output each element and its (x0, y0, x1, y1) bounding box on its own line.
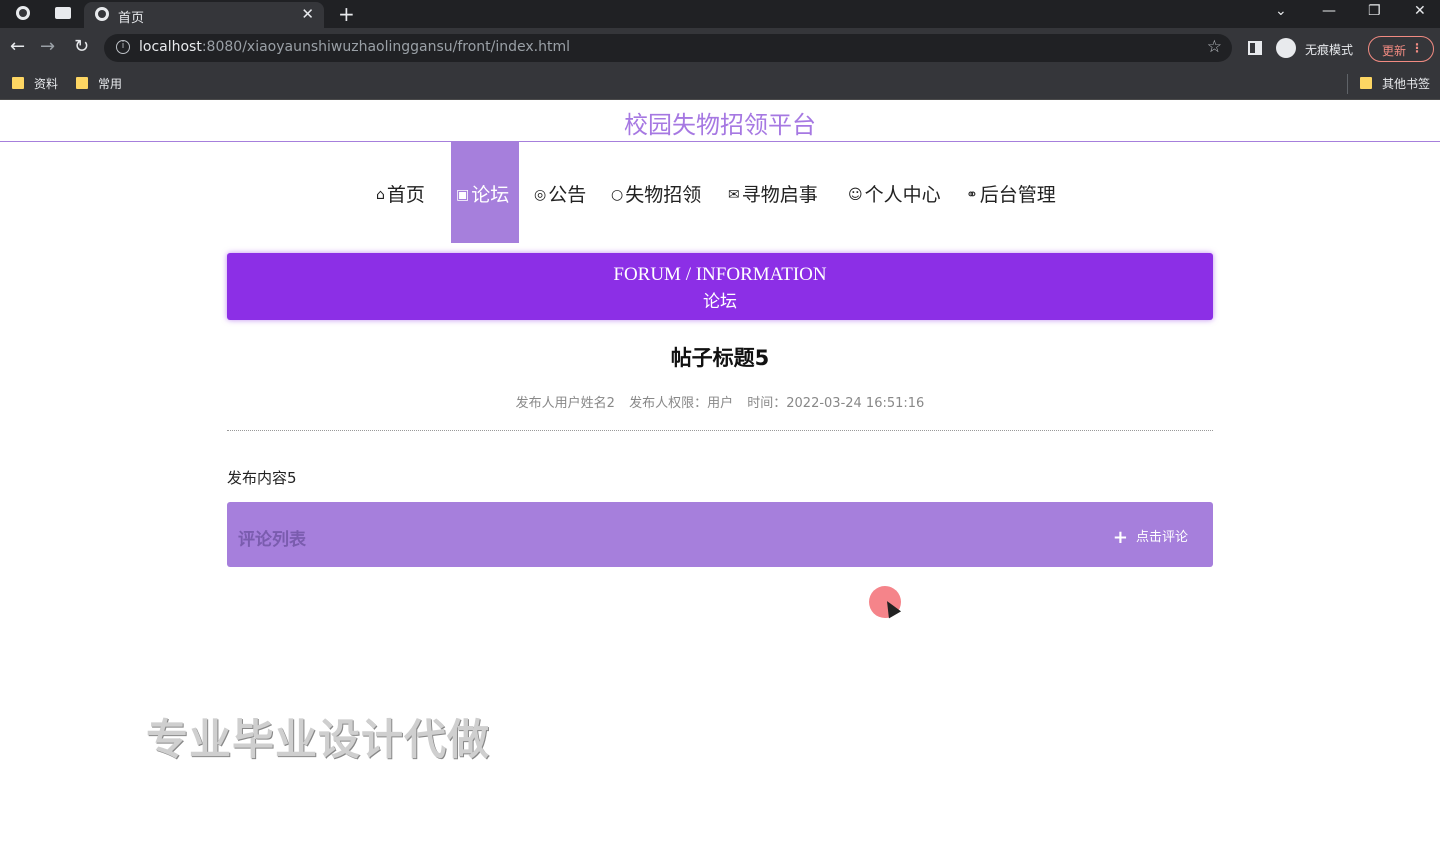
bookmark-label: 其他书签 (1382, 77, 1431, 91)
nav-label: 后台管理 (979, 184, 1056, 206)
watermark-text: 专业毕业设计代做 (146, 715, 491, 764)
notice-icon: ◎ (534, 187, 547, 203)
post-content: 发布内容5 (227, 469, 297, 487)
nav-item-admin[interactable]: ⚭ 后台管理 (962, 142, 1072, 243)
forward-icon[interactable]: → (40, 37, 55, 57)
mail-icon: ✉ (728, 187, 740, 203)
restore-icon[interactable]: ❐ (1368, 3, 1381, 19)
url-path: :8080/xiaoyaunshiwuzhaolinggansu/front/i… (201, 39, 571, 55)
post-title: 帖子标题5 (670, 346, 770, 370)
site-header: 校园失物招领平台 (0, 100, 1440, 142)
nav-label: 失物招领 (625, 184, 702, 206)
home-icon: ⌂ (376, 187, 385, 203)
comment-list-bar: 评论列表 + 点击评论 (227, 502, 1213, 567)
nav-label: 公告 (548, 184, 587, 206)
folder-icon (76, 77, 88, 89)
nav-item-lost-found[interactable]: ○ 失物招领 (608, 142, 714, 243)
close-tab-icon[interactable]: ✕ (301, 5, 314, 23)
banner-title-en: FORUM / INFORMATION (613, 264, 827, 285)
gift-icon: ▣ (456, 187, 470, 203)
tab-search-icon[interactable] (55, 7, 71, 19)
nav-item-home[interactable]: ⌂ 首页 (368, 142, 440, 243)
nav-label: 首页 (386, 184, 425, 206)
back-icon[interactable]: ← (10, 37, 25, 57)
tab-list-icon[interactable]: ⌄ (1275, 3, 1287, 19)
tab-home[interactable]: 首页 ✕ (84, 2, 324, 28)
browser-tabstrip: 首页 ✕ + ⌄ — ❐ ✕ (0, 0, 1440, 28)
plus-icon: + (1112, 527, 1128, 548)
update-button[interactable]: 更新 ⋮ (1368, 36, 1434, 62)
incognito-label: 无痕模式 (1305, 43, 1354, 57)
bookmark-label: 资料 (34, 77, 59, 91)
incognito-icon (1276, 38, 1296, 58)
post-time: 时间：2022-03-24 16:51:16 (747, 396, 925, 411)
update-label: 更新 (1382, 44, 1407, 58)
divider (227, 430, 1213, 431)
browser-toolbar: ← → ↻ i localhost:8080/xiaoyaunshiwuzhao… (0, 28, 1440, 68)
nav-item-forum[interactable]: ▣ 论坛 (451, 142, 519, 243)
bookmark-separator (1347, 74, 1348, 94)
bookmark-star-icon[interactable]: ☆ (1207, 37, 1222, 57)
globe-icon (95, 7, 109, 21)
page-content: 校园失物招领平台 ⌂ 首页 ▣ 论坛 ◎ 公告 ○ 失物招领 ✉ 寻物启事 ☺ 个人中心 ⚭… (0, 100, 1440, 864)
close-window-icon[interactable]: ✕ (1414, 3, 1426, 19)
side-panel-icon[interactable] (1248, 41, 1262, 55)
nav-label: 个人中心 (864, 184, 941, 206)
folder-icon (12, 77, 24, 89)
folder-icon (1360, 77, 1372, 89)
address-bar[interactable]: i localhost:8080/xiaoyaunshiwuzhaolingga… (104, 34, 1232, 62)
post-author: 发布人用户姓名2 (515, 396, 615, 411)
nav-label: 寻物启事 (741, 184, 818, 206)
nav-item-profile[interactable]: ☺ 个人中心 (844, 142, 952, 243)
tab-title: 首页 (118, 11, 145, 26)
reload-icon[interactable]: ↻ (74, 37, 89, 57)
site-info-icon[interactable]: i (116, 40, 130, 54)
section-banner: FORUM / INFORMATION 论坛 (227, 253, 1213, 320)
minimize-icon[interactable]: — (1322, 3, 1336, 19)
comment-list-title: 评论列表 (238, 530, 306, 550)
banner-title-cn: 论坛 (703, 292, 737, 312)
post-meta: 发布人用户姓名2 发布人权限：用户 时间：2022-03-24 16:51:16 (0, 392, 1440, 411)
add-comment-button[interactable]: + 点击评论 (1113, 526, 1188, 548)
bookmark-label: 常用 (98, 77, 123, 91)
circle-icon: ○ (611, 187, 624, 203)
add-comment-label: 点击评论 (1135, 530, 1188, 545)
nav-item-notice[interactable]: ◎ 公告 (530, 142, 598, 243)
new-tab-icon[interactable]: + (338, 2, 355, 26)
link-icon: ⚭ (966, 187, 978, 203)
url-host: localhost (139, 39, 202, 55)
nav-label: 论坛 (471, 184, 510, 206)
post-role: 发布人权限：用户 (629, 396, 734, 411)
nav-item-search-notice[interactable]: ✉ 寻物启事 (724, 142, 832, 243)
browser-menu-icon[interactable] (16, 6, 30, 20)
site-title: 校园失物招领平台 (624, 111, 816, 139)
more-menu-icon: ⋮ (1411, 41, 1423, 55)
user-icon: ☺ (848, 187, 863, 203)
bookmarks-bar: 资料 常用 其他书签 (0, 68, 1440, 100)
